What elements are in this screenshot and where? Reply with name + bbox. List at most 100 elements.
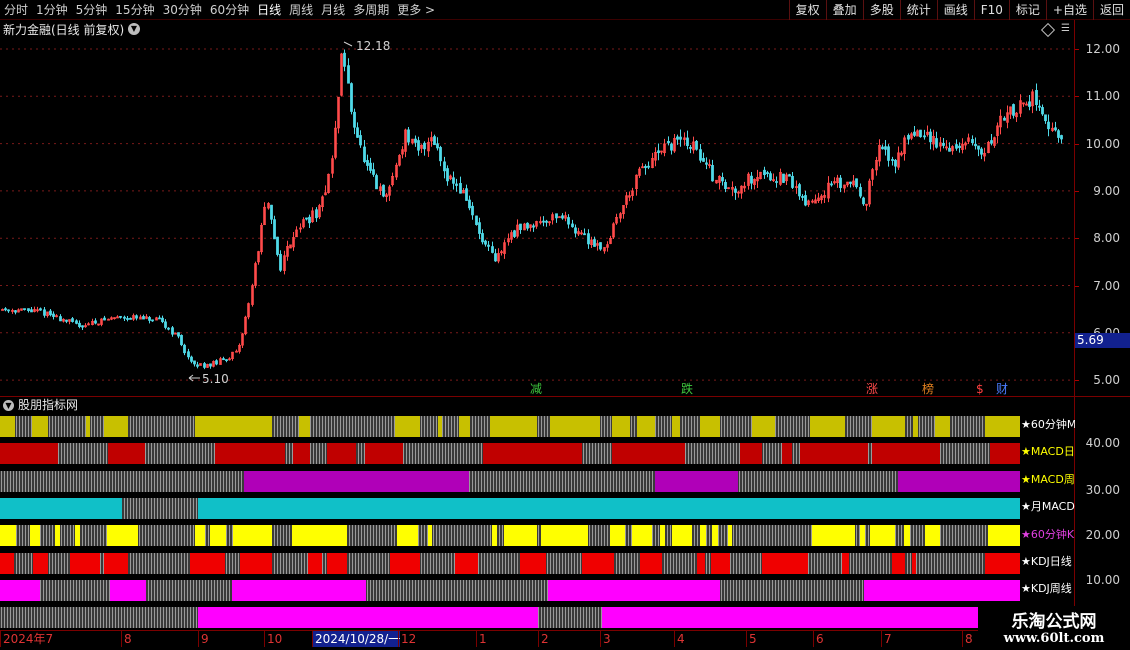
indicator-signal-block [610,525,625,546]
candle-down [14,310,17,313]
candle-down [439,147,442,162]
indicator-signal-block [107,525,138,546]
tab-60min[interactable]: 60分钟 [206,0,253,20]
indicator-tick-label: 40.00 [1085,436,1120,450]
candle-down [887,146,890,161]
indicator-signal-block [0,443,58,464]
tab-5min[interactable]: 5分钟 [72,0,112,20]
candle-down [699,149,702,161]
price-tick-label: 11.00 [1085,89,1120,104]
candle-down [782,173,785,183]
indicator-signal-block [438,416,442,437]
candle-down [171,327,174,335]
candle-down [849,181,852,184]
candle-down [798,184,801,197]
indicator-signal-block [672,525,692,546]
indicator-signal-block [198,607,538,628]
indicator-signal-block [913,416,918,437]
tab-weekly[interactable]: 周线 [285,0,317,20]
candle-down [1047,121,1050,130]
high-arrow-icon [343,41,353,47]
indicator-signal-block [327,553,347,574]
candle-down [574,227,577,234]
candle-down [30,309,33,313]
indicator-signal-block [637,416,655,437]
tab-multi-period[interactable]: 多周期 [349,0,393,20]
indicator-signal-block [612,416,630,437]
candle-down [859,187,862,197]
candle-down [788,174,791,177]
candle-down [679,136,682,140]
candle-down [561,215,564,219]
back-button[interactable]: 返回 [1092,0,1130,20]
indicator-signal-block [86,416,90,437]
indicator-signal-block [293,443,310,464]
tab-monthly[interactable]: 月线 [317,0,349,20]
candle-down [980,148,983,155]
candle-down [190,356,193,362]
indicator-signal-block [490,416,537,437]
tab-15min[interactable]: 15分钟 [111,0,158,20]
tab-1min[interactable]: 1分钟 [32,0,72,20]
watermark-url: www.60lt.com [1003,631,1105,646]
overlay-button[interactable]: 叠加 [825,0,863,20]
tab-more[interactable]: 更多 > [393,0,439,20]
indicator-signal-block [75,525,80,546]
candle-down [881,146,884,150]
indicator-signal-block [985,416,1020,437]
indicator-signal-block [0,580,40,601]
indicator-row-label: ★月MACD [1021,500,1075,513]
candle-down [436,143,439,149]
indicator-bars[interactable] [0,414,1074,630]
indicator-signal-block [459,416,470,437]
candle-down [375,175,378,190]
tab-daily[interactable]: 日线 [253,0,285,20]
adjust-button[interactable]: 复权 [788,0,826,20]
candle-down [545,220,548,223]
indicator-signal-block [190,553,225,574]
candle-down [647,165,650,168]
candle-down [407,129,410,143]
indicator-signal-block [233,525,272,546]
candle-down [907,135,910,140]
indicator-signal-block [872,416,905,437]
candle-down [1041,107,1044,115]
draw-line-button[interactable]: 画线 [936,0,974,20]
candle-down [222,358,225,361]
indicator-signal-block [240,553,272,574]
indicator-tick-label: 20.00 [1085,528,1120,542]
indicator-signal-block [504,525,537,546]
candle-down [343,52,346,67]
candle-down [686,137,689,146]
multi-stock-button[interactable]: 多股 [862,0,900,20]
indicator-signal-block [33,553,48,574]
add-watchlist-button[interactable]: +自选 [1045,0,1093,20]
mark-button[interactable]: 标记 [1008,0,1046,20]
candle-down [913,131,916,136]
indicator-signal-block [520,553,546,574]
candle-down [151,319,154,322]
tab-timeshare[interactable]: 分时 [0,0,32,20]
candlestick-chart[interactable]: 12.18 5.10 减 跌 涨 榜 $ 财 [0,20,1074,396]
candle-down [1060,135,1063,140]
candle-down [644,166,647,169]
candle-down [52,313,55,317]
candle-down [769,173,772,181]
price-tick-label: 9.00 [1093,183,1120,198]
indicator-axis: 40.00 30.00 20.00 10.00 [1075,397,1130,630]
candle-down [990,140,993,144]
candle-down [158,317,161,320]
chevron-down-icon[interactable]: ▼ [3,400,14,411]
indicator-signal-block [0,525,16,546]
indicator-signal-block [395,416,420,437]
candle-down [276,236,279,255]
tab-30min[interactable]: 30分钟 [159,0,206,20]
candle-down [676,136,679,140]
date-label: 6 [813,631,824,647]
f10-button[interactable]: F10 [973,0,1009,20]
statistics-button[interactable]: 统计 [899,0,937,20]
candle-down [1038,105,1041,108]
indicator-signal-block [0,553,14,574]
indicator-signal-block [55,525,60,546]
indicator-signal-block [104,416,128,437]
